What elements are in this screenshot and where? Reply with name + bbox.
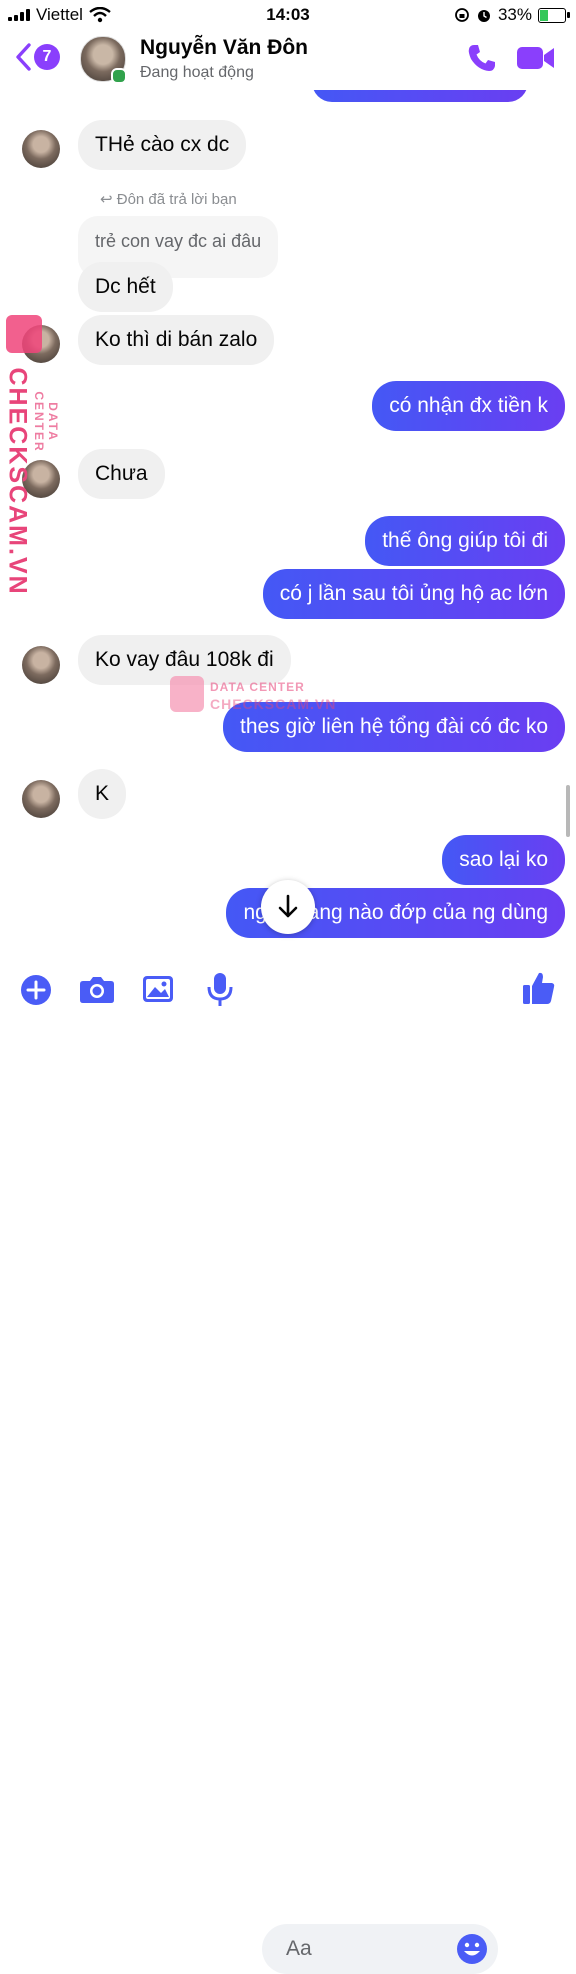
- thumbs-up-icon[interactable]: [522, 970, 556, 1006]
- status-right: 33%: [454, 5, 570, 25]
- phone-icon: [468, 45, 495, 71]
- emoji-icon[interactable]: [456, 1933, 488, 1965]
- message-input[interactable]: [284, 1936, 448, 1962]
- message-input-container[interactable]: [262, 1924, 498, 1974]
- message-bubble-outgoing[interactable]: thế ông giúp tôi đi: [365, 516, 565, 566]
- contact-avatar[interactable]: [22, 780, 60, 818]
- video-call-button[interactable]: [516, 44, 556, 77]
- watermark-center-bottom: CHECKSCAM.VN: [210, 696, 337, 712]
- contact-avatar[interactable]: [22, 130, 60, 168]
- reply-label: ↩ Đôn đã trả lời bạn: [100, 190, 237, 208]
- battery-percent: 33%: [497, 5, 532, 24]
- back-button[interactable]: 7: [14, 42, 60, 72]
- message-bubble-outgoing[interactable]: có j lần sau tôi ủng hộ ac lớn: [262, 569, 565, 619]
- watermark-vertical-sub: DATA CENTER: [32, 391, 60, 453]
- video-camera-icon: [517, 47, 554, 69]
- arrow-down-icon: [278, 894, 298, 918]
- contact-avatar[interactable]: [22, 646, 60, 684]
- chevron-left-icon: [16, 43, 31, 71]
- message-bubble-incoming[interactable]: Dc hết: [78, 262, 173, 312]
- active-status: Đang hoạt động: [140, 64, 254, 81]
- reply-arrow-icon: ↩: [100, 191, 113, 208]
- composer-bar: [0, 960, 576, 1974]
- watermark-center-top: DATA CENTER: [210, 680, 305, 694]
- unread-count-badge: 7: [34, 44, 60, 70]
- reply-label-text: Đôn đã trả lời bạn: [116, 191, 237, 208]
- scrollbar[interactable]: [566, 785, 570, 837]
- contact-name[interactable]: Nguyễn Văn Đôn: [140, 36, 308, 60]
- message-bubble-incoming[interactable]: Ko thì di bán zalo: [78, 315, 275, 365]
- microphone-icon[interactable]: [206, 972, 234, 1008]
- chat-header: 7 Nguyễn Văn Đôn Đang hoạt động: [0, 30, 576, 90]
- message-bubble-incoming[interactable]: K: [78, 769, 127, 819]
- message-bubble-incoming[interactable]: THẻ cào cx dc: [78, 120, 247, 170]
- status-bar: Viettel 14:03 33%: [0, 0, 576, 30]
- message-bubble-incoming[interactable]: Chưa: [78, 449, 165, 499]
- image-icon[interactable]: [142, 974, 174, 1004]
- alarm-icon: [477, 10, 490, 22]
- watermark-lock-icon: [6, 315, 42, 353]
- watermark-vertical-main: CHECKSCAM.VN: [3, 367, 32, 596]
- call-button[interactable]: [466, 42, 498, 79]
- battery-fill: [540, 9, 548, 21]
- plus-icon[interactable]: [20, 974, 52, 1006]
- message-list[interactable]: THẻ cào cx dc ↩ Đôn đã trả lời bạn trẻ c…: [0, 0, 576, 960]
- online-indicator: [111, 68, 127, 84]
- watermark-lock-icon-center: [170, 676, 204, 712]
- message-bubble-outgoing[interactable]: có nhận đx tiền k: [372, 381, 565, 431]
- message-bubble-outgoing[interactable]: sao lại ko: [442, 835, 565, 885]
- camera-icon[interactable]: [79, 974, 115, 1004]
- rotation-lock-icon: [455, 8, 469, 22]
- battery-icon: [538, 7, 570, 23]
- scroll-down-button[interactable]: [261, 880, 315, 934]
